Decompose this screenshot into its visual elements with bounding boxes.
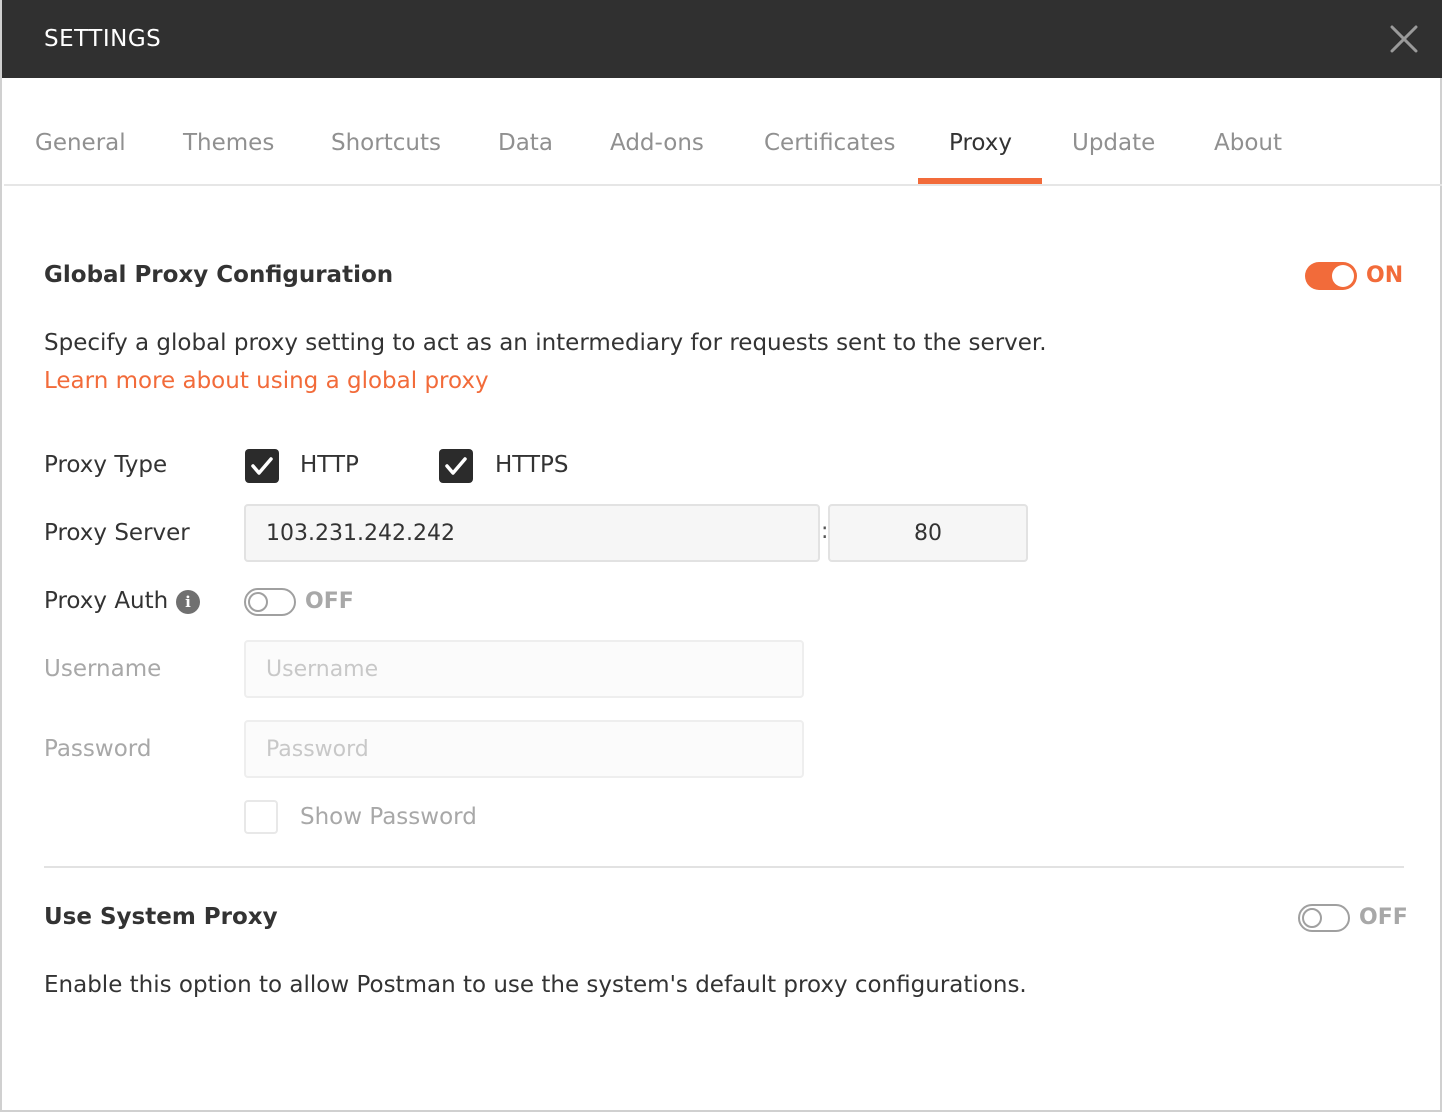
modal-header: SETTINGS bbox=[2, 0, 1442, 78]
settings-tabs: General Themes Shortcuts Data Add-ons Ce… bbox=[4, 78, 1442, 186]
tab-add-ons[interactable]: Add-ons bbox=[610, 130, 704, 156]
toggle-knob bbox=[248, 592, 268, 612]
tab-themes[interactable]: Themes bbox=[183, 130, 274, 156]
toggle-knob bbox=[1302, 908, 1322, 928]
tab-certificates[interactable]: Certificates bbox=[764, 130, 895, 156]
info-icon[interactable]: i bbox=[176, 590, 200, 614]
proxy-auth-toggle-label: OFF bbox=[305, 589, 354, 614]
proxy-auth-toggle[interactable] bbox=[244, 588, 296, 616]
https-checkbox[interactable] bbox=[439, 449, 473, 483]
https-label: HTTPS bbox=[495, 452, 569, 478]
global-proxy-toggle[interactable] bbox=[1305, 262, 1357, 290]
password-label: Password bbox=[44, 736, 152, 762]
global-proxy-title: Global Proxy Configuration bbox=[44, 262, 394, 288]
tab-update[interactable]: Update bbox=[1072, 130, 1155, 156]
username-label: Username bbox=[44, 656, 162, 682]
settings-modal: SETTINGS General Themes Shortcuts Data A… bbox=[0, 0, 1442, 1112]
active-tab-indicator bbox=[918, 178, 1042, 184]
close-icon bbox=[1390, 25, 1418, 53]
proxy-port-input[interactable] bbox=[828, 504, 1028, 562]
http-label: HTTP bbox=[300, 452, 359, 478]
system-proxy-description: Enable this option to allow Postman to u… bbox=[44, 972, 1027, 998]
http-checkbox[interactable] bbox=[245, 449, 279, 483]
tab-data[interactable]: Data bbox=[498, 130, 553, 156]
global-proxy-description: Specify a global proxy setting to act as… bbox=[44, 330, 1047, 356]
tab-proxy[interactable]: Proxy bbox=[949, 130, 1012, 156]
modal-title: SETTINGS bbox=[44, 26, 162, 52]
global-proxy-toggle-label: ON bbox=[1366, 263, 1404, 288]
proxy-auth-label: Proxy Auth bbox=[44, 588, 169, 614]
section-divider bbox=[44, 866, 1404, 868]
proxy-type-label: Proxy Type bbox=[44, 452, 168, 478]
toggle-knob bbox=[1332, 265, 1354, 287]
proxy-server-input[interactable] bbox=[244, 504, 820, 562]
password-input[interactable] bbox=[244, 720, 804, 778]
tab-about[interactable]: About bbox=[1214, 130, 1282, 156]
tab-shortcuts[interactable]: Shortcuts bbox=[331, 130, 441, 156]
show-password-label: Show Password bbox=[300, 804, 477, 830]
tab-general[interactable]: General bbox=[35, 130, 126, 156]
system-proxy-toggle[interactable] bbox=[1298, 904, 1350, 932]
proxy-server-label: Proxy Server bbox=[44, 520, 190, 546]
system-proxy-title: Use System Proxy bbox=[44, 904, 278, 930]
close-button[interactable] bbox=[1386, 22, 1422, 56]
learn-more-link[interactable]: Learn more about using a global proxy bbox=[44, 368, 489, 394]
checkmark-icon bbox=[251, 457, 273, 475]
system-proxy-toggle-label: OFF bbox=[1359, 905, 1408, 930]
checkmark-icon bbox=[445, 457, 467, 475]
username-input[interactable] bbox=[244, 640, 804, 698]
show-password-checkbox[interactable] bbox=[244, 800, 278, 834]
